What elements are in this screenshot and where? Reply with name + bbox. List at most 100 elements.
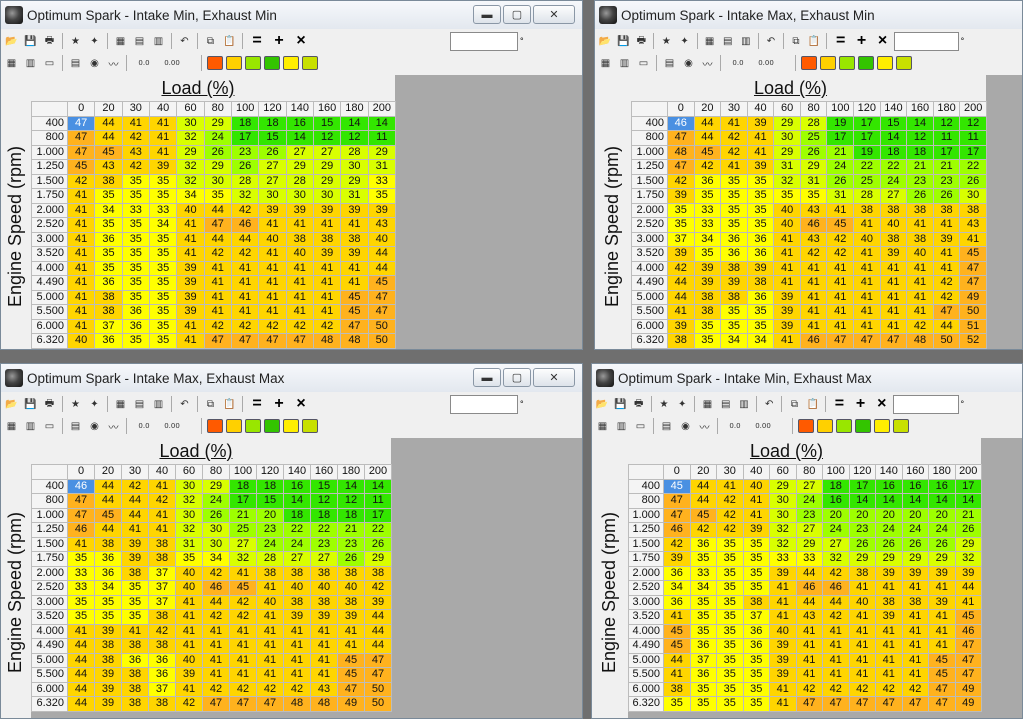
maximize-button[interactable]: ▢ <box>503 5 531 24</box>
table-cell[interactable]: 40 <box>367 231 396 247</box>
table-cell[interactable]: 22 <box>853 159 881 175</box>
table-cell[interactable]: 22 <box>879 159 908 175</box>
table-cell[interactable]: 41 <box>928 623 956 639</box>
table-cell[interactable]: 38 <box>148 609 176 625</box>
table-cell[interactable]: 47 <box>667 159 695 175</box>
table-cell[interactable]: 43 <box>795 609 823 625</box>
table-cell[interactable]: 32 <box>175 522 203 538</box>
table-cell[interactable]: 35 <box>121 275 150 291</box>
table-view-icon[interactable]: ▦ <box>597 55 614 72</box>
table-cell[interactable]: 40 <box>773 202 801 218</box>
table-cell[interactable]: 41 <box>879 304 908 320</box>
table-cell[interactable]: 14 <box>879 130 908 146</box>
table-cell[interactable]: 26 <box>202 507 230 523</box>
table-cell[interactable]: 47 <box>954 638 982 654</box>
table-cell[interactable]: 32 <box>229 551 257 567</box>
table-cell[interactable]: 14 <box>364 478 392 494</box>
table-cell[interactable]: 41 <box>875 623 903 639</box>
table-cell[interactable]: 12 <box>959 115 987 131</box>
table-cell[interactable]: 35 <box>175 551 203 567</box>
table-cell[interactable]: 39 <box>94 623 122 639</box>
title-bar[interactable]: Optimum Spark - Intake Max, Exhaust Max ▬… <box>1 364 582 392</box>
table-cell[interactable]: 42 <box>875 681 903 697</box>
table-cell[interactable]: 38 <box>848 565 876 581</box>
table-cell[interactable]: 41 <box>229 565 257 581</box>
table-cell[interactable]: 41 <box>769 594 797 610</box>
table-cell[interactable]: 41 <box>769 609 797 625</box>
table-cell[interactable]: 35 <box>742 652 770 668</box>
table-cell[interactable]: 18 <box>337 507 365 523</box>
table-cell[interactable]: 39 <box>337 609 365 625</box>
table-cell[interactable]: 44 <box>203 231 232 247</box>
table-cell[interactable]: 41 <box>66 275 96 291</box>
table-cell[interactable]: 39 <box>667 246 695 262</box>
grid-icon[interactable]: ▦ <box>112 33 129 50</box>
table-cell[interactable]: 35 <box>746 188 775 204</box>
table-cell[interactable]: 46 <box>230 217 260 233</box>
table-cell[interactable]: 41 <box>906 289 934 305</box>
table-cell[interactable]: 39 <box>667 188 695 204</box>
color-shade-icon[interactable] <box>244 418 261 435</box>
table-cell[interactable]: 47 <box>66 115 96 131</box>
table-cell[interactable]: 35 <box>667 217 695 233</box>
table-cell[interactable]: 35 <box>667 202 695 218</box>
title-bar[interactable]: Optimum Spark - Intake Min, Exhaust Min ▬… <box>1 1 582 29</box>
table-cell[interactable]: 41 <box>230 260 260 276</box>
table-cell[interactable]: 35 <box>746 217 775 233</box>
table-cell[interactable]: 35 <box>67 594 95 610</box>
table-cell[interactable]: 24 <box>795 493 823 509</box>
table-cell[interactable]: 35 <box>689 551 717 567</box>
table-cell[interactable]: 35 <box>121 594 149 610</box>
table-cell[interactable]: 41 <box>826 275 855 291</box>
table-cell[interactable]: 27 <box>285 144 314 160</box>
table-cell[interactable]: 16 <box>875 478 903 494</box>
table-cell[interactable]: 42 <box>822 681 850 697</box>
table-cell[interactable]: 44 <box>94 478 122 494</box>
table-cell[interactable]: 27 <box>283 551 311 567</box>
table-cell[interactable]: 17 <box>229 493 257 509</box>
table-cell[interactable]: 25 <box>799 130 828 146</box>
table-cell[interactable]: 39 <box>258 202 287 218</box>
table-cell[interactable]: 42 <box>230 318 260 334</box>
table-cell[interactable]: 41 <box>822 652 850 668</box>
table-cell[interactable]: 42 <box>148 623 176 639</box>
table-cell[interactable]: 15 <box>312 115 342 131</box>
table-cell[interactable]: 15 <box>310 478 338 494</box>
table-cell[interactable]: 35 <box>121 289 150 305</box>
table-cell[interactable]: 41 <box>148 144 178 160</box>
table-cell[interactable]: 30 <box>959 188 987 204</box>
table-cell[interactable]: 45 <box>663 478 691 494</box>
table-cell[interactable]: 41 <box>901 667 929 683</box>
table-cell[interactable]: 12 <box>340 130 369 146</box>
table-cell[interactable]: 48 <box>340 333 369 349</box>
table-cell[interactable]: 41 <box>773 275 801 291</box>
table-cell[interactable]: 26 <box>928 536 956 552</box>
table-cell[interactable]: 41 <box>148 115 178 131</box>
table-cell[interactable]: 35 <box>799 188 828 204</box>
table-cell[interactable]: 41 <box>229 652 257 668</box>
table-cell[interactable]: 41 <box>901 580 929 596</box>
table-cell[interactable]: 41 <box>773 260 801 276</box>
table-cell[interactable]: 36 <box>663 594 691 610</box>
table-cell[interactable]: 37 <box>667 231 695 247</box>
table-cell[interactable]: 35 <box>716 652 744 668</box>
table-cell[interactable]: 47 <box>203 333 232 349</box>
table-cell[interactable]: 23 <box>795 507 823 523</box>
table-icon[interactable]: ▤ <box>67 55 84 72</box>
table-cell[interactable]: 41 <box>285 260 314 276</box>
table-cell[interactable]: 41 <box>256 609 284 625</box>
table-cell[interactable]: 35 <box>121 609 149 625</box>
table-cell[interactable]: 41 <box>769 681 797 697</box>
table-cell[interactable]: 12 <box>312 130 342 146</box>
table-cell[interactable]: 42 <box>901 681 929 697</box>
table-cell[interactable]: 42 <box>121 478 149 494</box>
table-cell[interactable]: 50 <box>364 681 392 697</box>
table-cell[interactable]: 39 <box>746 159 775 175</box>
table-cell[interactable]: 40 <box>848 594 876 610</box>
table-cell[interactable]: 32 <box>176 159 205 175</box>
print-icon[interactable]: 🖶 <box>633 33 649 50</box>
table-cell[interactable]: 15 <box>879 115 908 131</box>
table-cell[interactable]: 40 <box>66 333 96 349</box>
table-cell[interactable]: 35 <box>716 536 744 552</box>
table-cell[interactable]: 41 <box>769 580 797 596</box>
